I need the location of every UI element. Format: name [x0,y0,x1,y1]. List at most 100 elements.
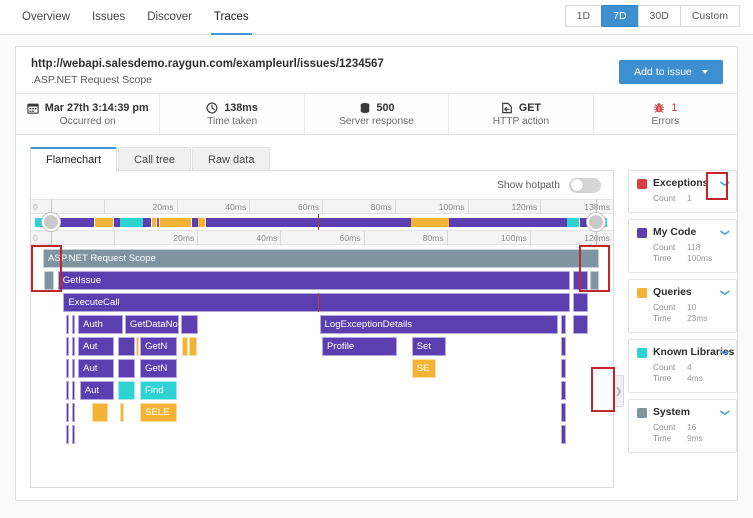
toggle-knob [570,179,583,191]
timeline-minimap[interactable]: 0 20ms 40ms 60ms 80ms 100ms 120ms 138ms 0 20ms 40… [31,199,613,246]
flame-frame[interactable]: Aut [79,381,115,400]
flame-frame[interactable]: ExecuteCall [63,293,571,312]
nav-tab-traces[interactable]: Traces [203,0,260,35]
hotpath-label: Show hotpath [497,179,560,191]
exception-marker-flame [317,293,319,312]
legend-stat-row: Count 4 [653,362,728,373]
flame-frame[interactable]: Set [411,337,447,356]
flame-frame[interactable] [71,359,76,378]
ruler-tick: 100ms [394,200,468,215]
chevron-down-icon[interactable]: ❯ [721,180,731,188]
legend-item-known-libraries[interactable]: Known Libraries ❯ Count 4 Time 4ms [628,339,737,393]
minimap-segment [152,218,156,227]
flame-frame[interactable] [573,271,588,290]
flame-frame[interactable]: GetN [139,337,178,356]
legend-stat-value: 4ms [687,373,703,383]
stat-value: Mar 27th 3:14:39 pm [44,101,149,114]
legend-stat-key: Count [653,242,676,252]
flame-frame[interactable] [136,337,139,356]
flame-frame[interactable]: Aut [78,337,115,356]
flame-frame[interactable] [120,403,125,422]
nav-tab-discover[interactable]: Discover [136,0,203,35]
flame-frame[interactable] [66,359,70,378]
flame-frame[interactable] [560,315,567,334]
flame-frame[interactable] [66,425,70,444]
flame-frame[interactable]: Aut [78,359,115,378]
flame-frame[interactable]: Find [139,381,178,400]
chevron-right-icon[interactable]: ❯ [613,375,624,407]
minimap-segment [198,218,205,227]
flame-frame[interactable] [560,425,567,444]
range-start-handle[interactable] [42,213,60,231]
flame-frame[interactable]: SE [411,359,437,378]
stat-value-row: 500 [359,102,395,114]
flame-frame[interactable] [560,381,567,400]
legend-stats: Count 10 Time 23ms [653,302,728,324]
flame-frame[interactable]: GetIssue [57,271,571,290]
flame-frame[interactable] [181,315,199,334]
flame-frame[interactable] [66,315,70,334]
trace-stats-strip: Mar 27th 3:14:39 pm Occurred on 138ms Time … [16,93,737,135]
flame-frame[interactable] [560,359,567,378]
flame-frame[interactable] [573,293,588,312]
flame-frame[interactable]: LogExceptionDetails [319,315,559,334]
stat-label: Errors [651,115,680,127]
flame-frame[interactable] [66,337,70,356]
add-to-issue-button[interactable]: Add to issue [619,60,723,84]
stat-errors: 1 Errors [594,94,737,134]
tab-raw-data[interactable]: Raw data [192,147,271,171]
chevron-down-icon[interactable]: ❯ [721,289,731,297]
legend-item-system[interactable]: System ❯ Count 16 Time 9ms [628,399,737,453]
minimap-segment [160,218,192,227]
ruler-tick: 60ms [249,200,322,215]
legend-item-my-code[interactable]: My Code ❯ Count 118 Time 100ms [628,219,737,273]
nav-tab-overview[interactable]: Overview [11,0,81,35]
range-button-1d[interactable]: 1D [564,5,603,27]
range-button-custom[interactable]: Custom [679,5,740,27]
flame-frame[interactable]: ASP.NET Request Scope [43,249,599,268]
legend-item-queries[interactable]: Queries ❯ Count 10 Time 23ms [628,279,737,333]
range-button-30d[interactable]: 30D [637,5,681,27]
flame-frame[interactable]: GetDataNo [124,315,180,334]
flame-frame[interactable] [560,337,567,356]
top-nav-tabs: Overview Issues Discover Traces [11,0,260,35]
flame-frame[interactable] [181,337,188,356]
flame-frame[interactable] [118,381,136,400]
range-end-handle[interactable] [587,213,605,231]
flame-frame[interactable]: SELE [139,403,178,422]
flame-frame[interactable] [66,403,70,422]
flame-frame[interactable] [71,425,76,444]
flame-frame[interactable] [91,403,109,422]
flame-frame[interactable] [71,337,76,356]
trace-header: http://webapi.salesdemo.raygun.com/examp… [16,47,737,93]
flame-frame[interactable]: Profile [322,337,398,356]
legend-item-exceptions[interactable]: Exceptions ❯ Count 1 [628,170,737,213]
chevron-down-icon[interactable]: ❯ [721,229,731,237]
flame-frame[interactable]: GetN [139,359,178,378]
legend-name: Exceptions [653,178,709,189]
stat-label: HTTP action [492,115,550,127]
legend-stat-value: 16 [687,422,697,432]
range-button-7d[interactable]: 7D [601,5,639,27]
tab-call-tree[interactable]: Call tree [118,147,191,171]
flame-frame[interactable] [118,359,136,378]
minimap-segment [205,218,411,227]
flame-frame[interactable] [43,271,55,290]
ruler-tick: 20ms [103,200,177,215]
chevron-down-icon[interactable]: ❯ [721,409,731,417]
tab-flamechart[interactable]: Flamechart [30,147,118,171]
flame-frame[interactable] [589,271,599,290]
flame-frame[interactable] [71,315,76,334]
chevron-down-icon[interactable]: ❯ [721,349,731,357]
flame-frame[interactable] [71,403,76,422]
nav-tab-issues[interactable]: Issues [81,0,136,35]
flame-frame[interactable] [189,337,197,356]
flame-frame[interactable] [71,381,76,400]
legend-stats: Count 4 Time 4ms [653,362,728,384]
flame-frame[interactable] [118,337,136,356]
flame-frame[interactable] [573,315,588,334]
flame-frame[interactable] [560,403,567,422]
flame-frame[interactable] [66,381,70,400]
hotpath-toggle[interactable] [569,177,601,193]
flame-frame[interactable]: Auth [78,315,123,334]
